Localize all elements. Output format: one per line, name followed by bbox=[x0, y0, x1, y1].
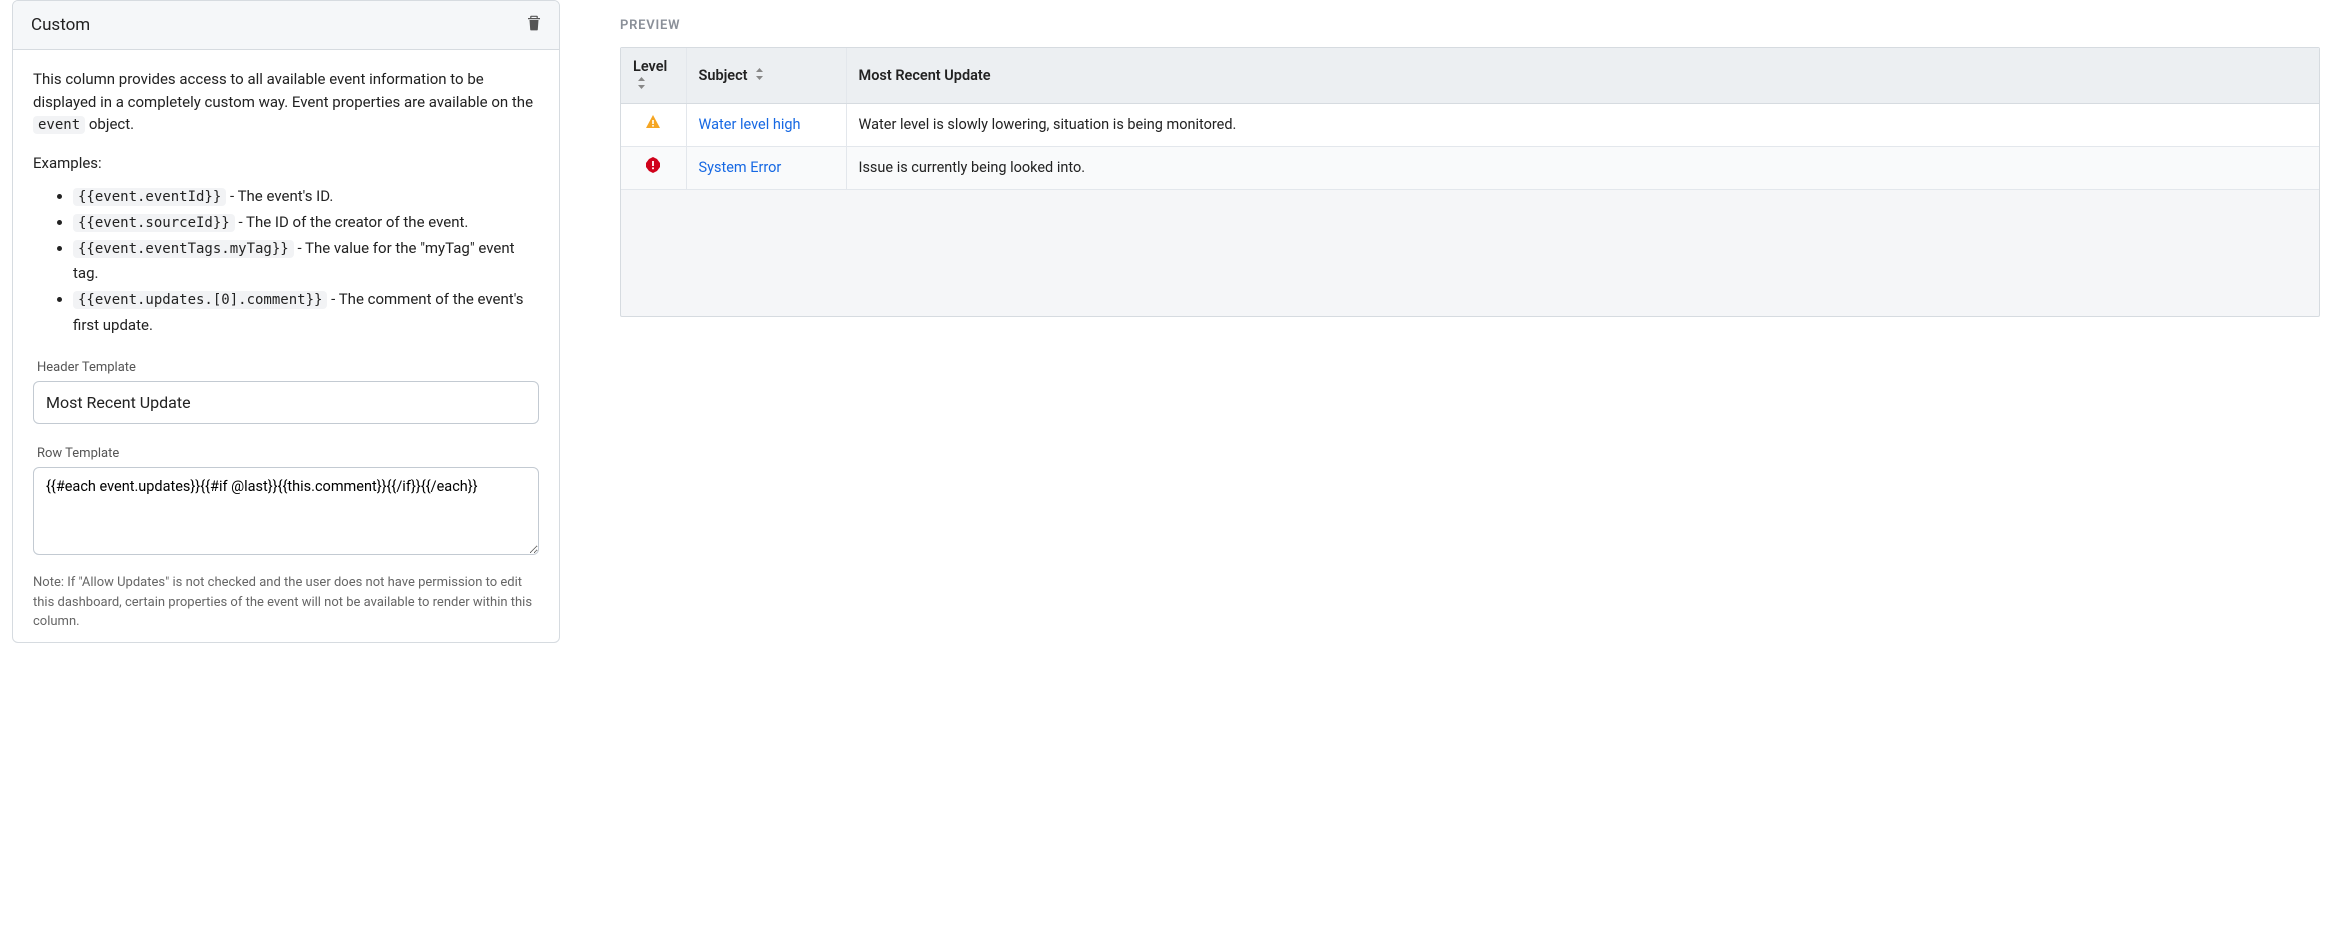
error-icon bbox=[645, 157, 661, 173]
column-header-update[interactable]: Most Recent Update bbox=[846, 48, 2319, 103]
examples-list: {{event.eventId}} - The event's ID. {{ev… bbox=[33, 184, 539, 338]
example-code: {{event.updates.[0].comment}} bbox=[73, 291, 327, 309]
header-template-input[interactable] bbox=[33, 381, 539, 424]
example-desc: - The event's ID. bbox=[226, 187, 333, 205]
sort-icon bbox=[755, 67, 764, 84]
preview-table: Level Subject Most Recent bbox=[621, 48, 2319, 190]
sort-icon bbox=[637, 76, 646, 93]
table-row: Water level high Water level is slowly l… bbox=[621, 103, 2319, 146]
example-code: {{event.eventTags.myTag}} bbox=[73, 240, 294, 258]
examples-label: Examples: bbox=[33, 154, 539, 172]
custom-column-card: Custom This column provides access to al… bbox=[12, 0, 560, 643]
table-row: System Error Issue is currently being lo… bbox=[621, 146, 2319, 189]
example-item: {{event.sourceId}} - The ID of the creat… bbox=[73, 210, 539, 236]
col-label: Level bbox=[633, 58, 667, 75]
example-code: {{event.eventId}} bbox=[73, 188, 226, 206]
row-template-label: Row Template bbox=[37, 446, 535, 461]
example-desc: - The ID of the creator of the event. bbox=[235, 213, 469, 231]
example-item: {{event.eventTags.myTag}} - The value fo… bbox=[73, 236, 539, 287]
note-text: Note: If "Allow Updates" is not checked … bbox=[33, 573, 539, 632]
description-text: This column provides access to all avail… bbox=[33, 70, 533, 111]
update-cell: Water level is slowly lowering, situatio… bbox=[846, 103, 2319, 146]
example-item: {{event.eventId}} - The event's ID. bbox=[73, 184, 539, 210]
subject-link[interactable]: Water level high bbox=[699, 116, 801, 133]
example-item: {{event.updates.[0].comment}} - The comm… bbox=[73, 287, 539, 338]
description: This column provides access to all avail… bbox=[33, 68, 539, 136]
col-label: Subject bbox=[699, 67, 748, 84]
col-label: Most Recent Update bbox=[859, 67, 991, 84]
preview-label: PREVIEW bbox=[620, 18, 2320, 33]
warning-icon bbox=[645, 114, 661, 130]
column-header-level[interactable]: Level bbox=[621, 48, 686, 103]
panel-divider[interactable] bbox=[560, 0, 620, 643]
event-code: event bbox=[33, 116, 85, 134]
delete-icon[interactable] bbox=[527, 15, 541, 35]
subject-link[interactable]: System Error bbox=[699, 159, 782, 176]
card-header: Custom bbox=[13, 1, 559, 50]
example-code: {{event.sourceId}} bbox=[73, 214, 235, 232]
update-cell: Issue is currently being looked into. bbox=[846, 146, 2319, 189]
column-header-subject[interactable]: Subject bbox=[686, 48, 846, 103]
row-template-input[interactable]: {{#each event.updates}}{{#if @last}}{{th… bbox=[33, 467, 539, 555]
description-suffix: object. bbox=[85, 115, 134, 133]
preview-box: Level Subject Most Recent bbox=[620, 47, 2320, 317]
header-template-label: Header Template bbox=[37, 360, 535, 375]
card-title: Custom bbox=[31, 15, 90, 35]
